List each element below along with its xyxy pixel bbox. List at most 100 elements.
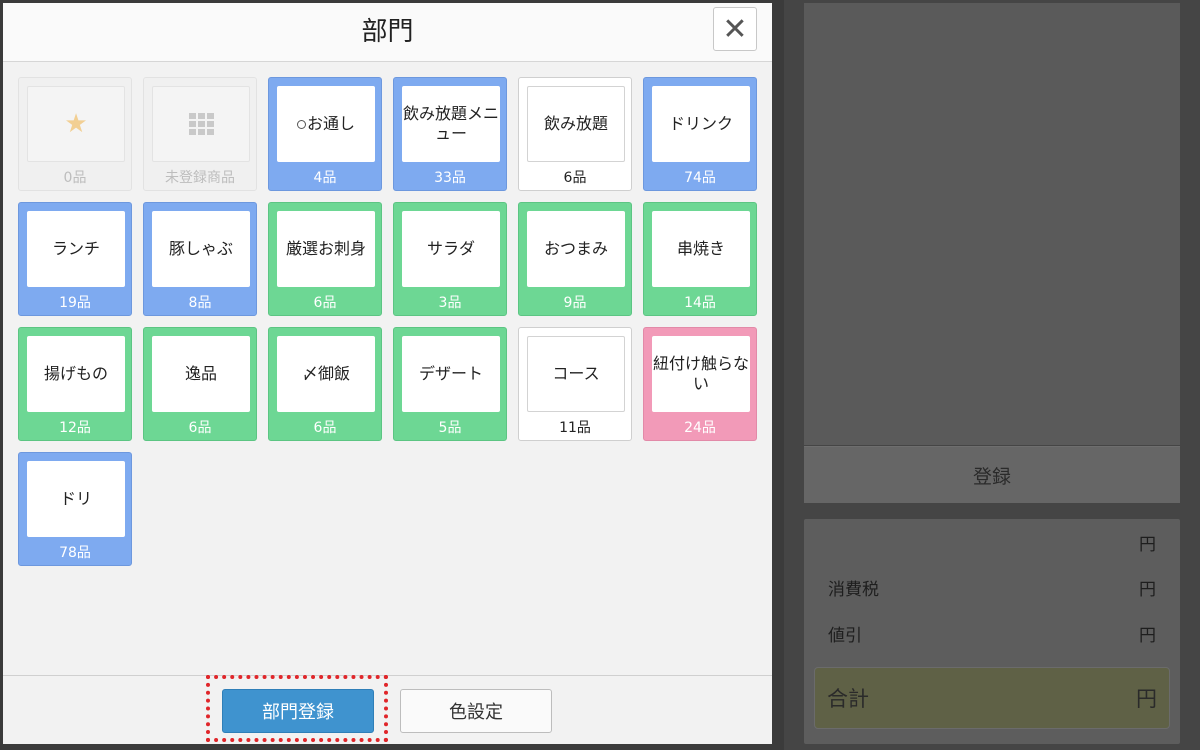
department-item-count: 14品 — [684, 295, 716, 311]
tile-label-text: 逸品 — [184, 364, 217, 383]
department-tile-label: お通し — [277, 86, 375, 162]
tile-label-text: デザート — [418, 364, 483, 383]
department-tile-label: おつまみ — [527, 211, 625, 287]
total-row: 合計 円 — [814, 667, 1170, 729]
modal-header: 部門 ✕ — [3, 3, 772, 62]
total-unit: 円 — [1136, 687, 1157, 711]
order-items-area — [804, 3, 1180, 445]
close-icon: ✕ — [722, 11, 748, 47]
department-tile-label: サラダ — [402, 211, 500, 287]
order-panel: 登録 円 消費税 円 値引 円 合計 円 — [784, 0, 1200, 750]
department-tile-label: ランチ — [27, 211, 125, 287]
department-tile: 未登録商品 — [143, 77, 257, 191]
tile-label-text: お通し — [306, 114, 355, 133]
tile-label-text: 紐付け触らない — [652, 354, 749, 393]
department-tile[interactable]: ドリンク 74品 — [643, 77, 757, 191]
register-department-button[interactable]: 部門登録 — [222, 689, 374, 733]
department-tile-label: ドリンク — [652, 86, 750, 162]
tax-unit: 円 — [1139, 579, 1156, 600]
tile-label-text: 飲み放題 — [543, 114, 608, 133]
department-item-count: 24品 — [684, 420, 716, 436]
department-tile-label: ドリ — [27, 461, 125, 537]
discount-unit: 円 — [1139, 625, 1156, 646]
subtotal-unit: 円 — [1139, 534, 1156, 555]
department-tile-label: ★ — [27, 86, 125, 162]
department-item-count: 12品 — [59, 420, 91, 436]
tile-label-text: コース — [552, 364, 600, 383]
tile-label-text: ドリンク — [668, 114, 733, 133]
department-tile-label: 〆御飯 — [277, 336, 375, 412]
department-tile[interactable]: 串焼き 14品 — [643, 202, 757, 316]
department-tile-label: 逸品 — [152, 336, 250, 412]
department-tile-label: 厳選お刺身 — [277, 211, 375, 287]
department-tile-label: デザート — [402, 336, 500, 412]
department-tile[interactable]: デザート 5品 — [393, 327, 507, 441]
tax-label: 消費税 — [828, 579, 879, 600]
department-modal: 部門 ✕ ★ 0品 未登録商品 お通し 4品 飲み放題メニュー 33品 飲み放題 6品 ドリンク 7… — [3, 3, 772, 744]
department-tile-label: 飲み放題メニュー — [402, 86, 500, 162]
department-item-count: 6品 — [188, 420, 212, 436]
department-tile-label: コース — [527, 336, 625, 412]
department-item-count: 0品 — [63, 170, 87, 186]
department-tile-label: 串焼き — [652, 211, 750, 287]
department-tile-label: 飲み放題 — [527, 86, 625, 162]
department-item-count: 4品 — [313, 170, 337, 186]
close-button[interactable]: ✕ — [713, 7, 757, 51]
tile-label-text: 豚しゃぶ — [168, 239, 233, 258]
tile-label-text: ドリ — [59, 489, 92, 508]
department-item-count: 8品 — [188, 295, 212, 311]
register-order-button[interactable]: 登録 — [804, 446, 1180, 503]
tile-label-text: おつまみ — [543, 239, 608, 258]
department-item-count: 6品 — [313, 295, 337, 311]
department-tile[interactable]: 厳選お刺身 6品 — [268, 202, 382, 316]
discount-row: 値引 円 — [828, 618, 1156, 648]
department-item-count: 9品 — [563, 295, 587, 311]
tile-label-text: サラダ — [426, 239, 475, 258]
tile-label-text: 串焼き — [676, 239, 725, 258]
department-item-count: 74品 — [684, 170, 716, 186]
department-tile[interactable]: 飲み放題 6品 — [518, 77, 632, 191]
tile-label-text: 〆御飯 — [301, 364, 350, 383]
department-tile[interactable]: 〆御飯 6品 — [268, 327, 382, 441]
grid-icon — [188, 113, 214, 135]
tile-label-text: 厳選お刺身 — [285, 239, 366, 258]
department-tile-label: 豚しゃぶ — [152, 211, 250, 287]
department-tile[interactable]: 飲み放題メニュー 33品 — [393, 77, 507, 191]
modal-footer: 部門登録 色設定 — [3, 675, 772, 744]
tile-label-text: 揚げもの — [43, 364, 108, 383]
department-item-count: 未登録商品 — [165, 170, 235, 186]
department-tile-label: 紐付け触らない — [652, 336, 750, 412]
department-item-count: 3品 — [438, 295, 462, 311]
department-item-count: 5品 — [438, 420, 462, 436]
department-item-count: 6品 — [313, 420, 337, 436]
department-tile-label — [152, 86, 250, 162]
department-tile[interactable]: コース 11品 — [518, 327, 632, 441]
totals-box: 円 消費税 円 値引 円 合計 円 — [804, 519, 1180, 744]
tile-label-text: ランチ — [51, 239, 100, 258]
department-tile-label: 揚げもの — [27, 336, 125, 412]
color-settings-button[interactable]: 色設定 — [400, 689, 552, 733]
discount-label: 値引 — [828, 625, 862, 646]
department-tile[interactable]: 揚げもの 12品 — [18, 327, 132, 441]
department-tile[interactable]: 豚しゃぶ 8品 — [143, 202, 257, 316]
department-tile[interactable]: 逸品 6品 — [143, 327, 257, 441]
department-item-count: 11品 — [559, 420, 591, 436]
dot-icon — [296, 120, 306, 129]
department-tile: ★ 0品 — [18, 77, 132, 191]
tax-row: 消費税 円 — [828, 572, 1156, 602]
star-icon: ★ — [64, 109, 88, 139]
department-item-count: 33品 — [434, 170, 466, 186]
subtotal-row: 円 — [828, 527, 1156, 557]
department-tile[interactable]: 紐付け触らない 24品 — [643, 327, 757, 441]
tile-label-text: 飲み放題メニュー — [402, 104, 499, 143]
department-tile[interactable]: ランチ 19品 — [18, 202, 132, 316]
department-item-count: 6品 — [563, 170, 587, 186]
department-tile[interactable]: ドリ 78品 — [18, 452, 132, 566]
department-tile[interactable]: サラダ 3品 — [393, 202, 507, 316]
department-item-count: 19品 — [59, 295, 91, 311]
department-tile[interactable]: お通し 4品 — [268, 77, 382, 191]
total-label: 合計 — [827, 687, 869, 711]
modal-title: 部門 — [361, 17, 414, 47]
department-item-count: 78品 — [59, 545, 91, 561]
department-tile[interactable]: おつまみ 9品 — [518, 202, 632, 316]
